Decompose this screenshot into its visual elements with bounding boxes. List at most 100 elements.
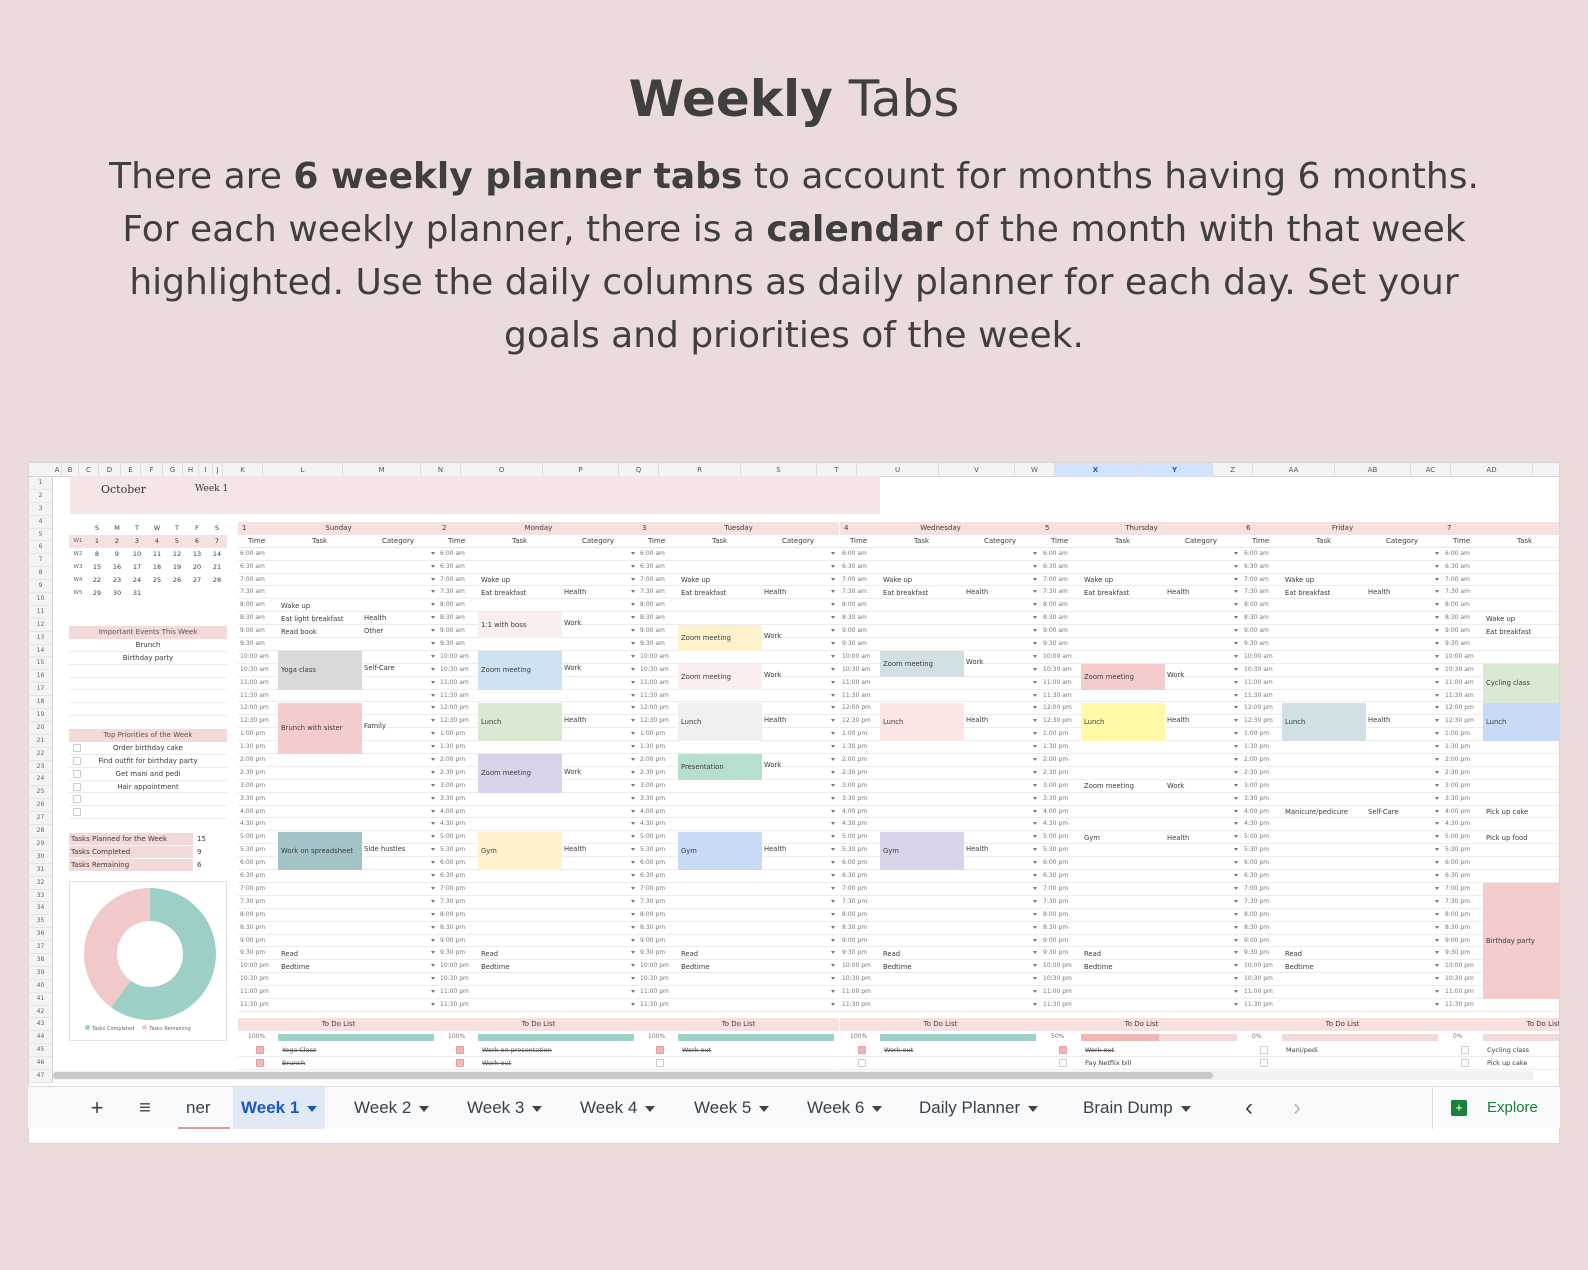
time-label[interactable]: 11:00 pm: [640, 988, 669, 995]
task-cell[interactable]: Read: [1081, 948, 1165, 961]
task-text[interactable]: Read: [1285, 950, 1302, 958]
task-text[interactable]: Bedtime: [1084, 963, 1113, 971]
task-text[interactable]: Work on spreadsheet: [281, 847, 353, 855]
task-cell[interactable]: Gym: [678, 831, 762, 871]
dropdown-arrow-icon[interactable]: [1033, 667, 1037, 671]
day-number[interactable]: 7: [1447, 524, 1451, 532]
dropdown-arrow-icon[interactable]: [431, 629, 435, 633]
time-label[interactable]: 10:00 am: [1244, 653, 1273, 660]
calendar-week-row[interactable]: W4 22 23 24 25 26 27 28: [69, 574, 227, 587]
time-slot-row[interactable]: 6:00 am: [638, 548, 839, 561]
dropdown-arrow-icon[interactable]: [1435, 577, 1439, 581]
row-header[interactable]: 40: [29, 980, 52, 993]
time-label[interactable]: 2:00 pm: [1445, 756, 1470, 763]
time-label[interactable]: 4:30 pm: [1445, 820, 1470, 827]
time-slot-row[interactable]: 3:30 pm: [438, 793, 639, 806]
dropdown-arrow-icon[interactable]: [1435, 642, 1439, 646]
dropdown-arrow-icon[interactable]: [1033, 977, 1037, 981]
time-label[interactable]: 9:00 am: [440, 627, 465, 634]
task-cell[interactable]: Eat breakfast: [1081, 586, 1165, 599]
time-label[interactable]: 7:30 pm: [1445, 898, 1470, 905]
time-slot-row[interactable]: 11:00 pm: [438, 986, 639, 999]
category-cell[interactable]: Self-Care: [1368, 808, 1399, 816]
day-column[interactable]: 6 Friday Time Task Category 6:00 am 6:30 am 7:0…: [1242, 522, 1443, 1012]
time-label[interactable]: 10:00 am: [240, 653, 269, 660]
time-slot-row[interactable]: 3:00 pm: [638, 780, 839, 793]
time-slot-row[interactable]: 2:30 pm: [238, 767, 439, 780]
time-slot-row[interactable]: 11:00 pm: [840, 986, 1041, 999]
task-text[interactable]: Eat breakfast: [1084, 589, 1129, 597]
dropdown-arrow-icon[interactable]: [1234, 886, 1238, 890]
time-label[interactable]: 2:00 pm: [240, 756, 265, 763]
time-label[interactable]: 5:30 pm: [842, 846, 867, 853]
category-cell[interactable]: Work: [1167, 782, 1184, 790]
time-label[interactable]: 8:00 am: [240, 601, 265, 608]
dropdown-arrow-icon[interactable]: [631, 796, 635, 800]
row-header[interactable]: 28: [29, 825, 52, 838]
task-cell[interactable]: Read: [278, 948, 362, 961]
time-slot-row[interactable]: 8:30 pm: [840, 922, 1041, 935]
calendar-date[interactable]: 2: [107, 537, 127, 545]
time-slot-row[interactable]: 10:30 pm: [638, 973, 839, 987]
time-label[interactable]: 10:30 am: [440, 666, 469, 673]
time-label[interactable]: 3:00 pm: [1445, 782, 1470, 789]
dropdown-arrow-icon[interactable]: [431, 951, 435, 955]
dropdown-arrow-icon[interactable]: [1033, 964, 1037, 968]
category-cell[interactable]: Self-Care: [364, 664, 395, 672]
dropdown-arrow-icon[interactable]: [431, 603, 435, 607]
category-cell[interactable]: Work: [764, 632, 781, 640]
time-label[interactable]: 12:30 pm: [440, 717, 469, 724]
time-label[interactable]: 9:30 am: [240, 640, 265, 647]
time-slot-row[interactable]: 2:30 pm: [1041, 767, 1242, 780]
time-label[interactable]: 11:00 am: [842, 679, 871, 686]
column-header[interactable]: T: [817, 463, 857, 477]
column-header[interactable]: AD: [1451, 463, 1533, 477]
dropdown-arrow-icon[interactable]: [631, 951, 635, 955]
dropdown-arrow-icon[interactable]: [831, 667, 835, 671]
time-slot-row[interactable]: 11:00 am: [840, 677, 1041, 690]
dropdown-arrow-icon[interactable]: [1033, 629, 1037, 633]
time-label[interactable]: 4:30 pm: [240, 820, 265, 827]
time-slot-row[interactable]: 10:30 am: [1242, 664, 1443, 677]
time-label[interactable]: 8:30 pm: [842, 924, 867, 931]
stat-row[interactable]: Tasks Completed 9: [69, 845, 227, 859]
dropdown-arrow-icon[interactable]: [1033, 551, 1037, 555]
time-slot-row[interactable]: 9:00 am: [1041, 625, 1242, 639]
task-cell[interactable]: Eat breakfast: [1483, 625, 1559, 638]
time-col-header[interactable]: Time: [248, 537, 265, 545]
calendar-date[interactable]: 6: [187, 537, 207, 545]
calendar-date[interactable]: 15: [87, 563, 107, 571]
time-slot-row[interactable]: 9:00 pm: [438, 935, 639, 948]
dropdown-arrow-icon[interactable]: [431, 835, 435, 839]
todo-item[interactable]: Pay Netflix bill: [1041, 1057, 1242, 1070]
dropdown-arrow-icon[interactable]: [431, 938, 435, 942]
row-header[interactable]: 23: [29, 761, 52, 774]
calendar-date[interactable]: 19: [167, 563, 187, 571]
time-label[interactable]: 11:30 pm: [440, 1001, 469, 1008]
time-slot-row[interactable]: 8:00 am: [1242, 599, 1443, 613]
task-cell[interactable]: Read: [478, 948, 562, 961]
todo-item[interactable]: Work out: [438, 1057, 639, 1070]
dropdown-arrow-icon[interactable]: [631, 719, 635, 723]
dropdown-arrow-icon[interactable]: [1033, 564, 1037, 568]
time-slot-row[interactable]: 6:00 pm: [1242, 857, 1443, 871]
calendar-date[interactable]: 10: [127, 550, 147, 558]
time-label[interactable]: 8:30 pm: [640, 924, 665, 931]
explore-button[interactable]: + Explore: [1432, 1087, 1560, 1129]
box-item[interactable]: Find outfit for birthday party: [69, 755, 227, 768]
task-text[interactable]: Eat breakfast: [481, 589, 526, 597]
time-slot-row[interactable]: 2:00 pm: [1443, 754, 1559, 767]
scroll-thumb[interactable]: [53, 1072, 1213, 1079]
dropdown-arrow-icon[interactable]: [431, 654, 435, 658]
time-label[interactable]: 11:00 pm: [1244, 988, 1273, 995]
category-cell[interactable]: Health: [564, 845, 586, 853]
time-label[interactable]: 10:30 am: [842, 666, 871, 673]
dropdown-arrow-icon[interactable]: [431, 783, 435, 787]
time-label[interactable]: 9:30 am: [1043, 640, 1068, 647]
dropdown-arrow-icon[interactable]: [1234, 822, 1238, 826]
row-header[interactable]: 7: [29, 554, 52, 568]
row-header[interactable]: 33: [29, 890, 52, 903]
time-label[interactable]: 7:30 am: [640, 588, 665, 595]
time-label[interactable]: 8:30 pm: [440, 924, 465, 931]
time-label[interactable]: 2:00 pm: [440, 756, 465, 763]
